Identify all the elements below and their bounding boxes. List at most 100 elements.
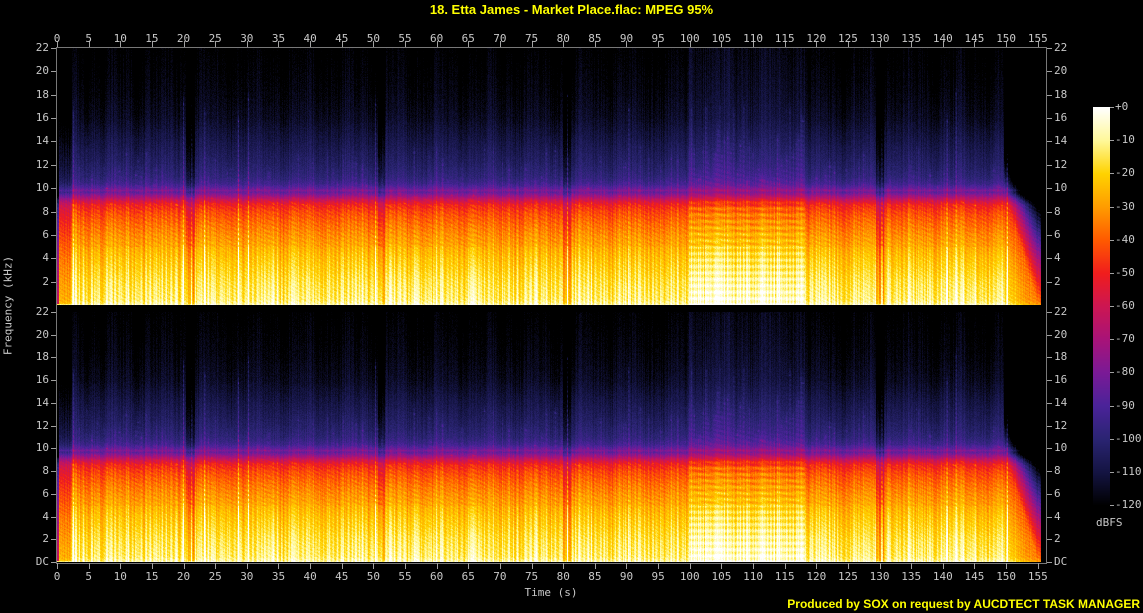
freq-tick-label: 14 bbox=[35, 134, 49, 148]
freq-tick-mark bbox=[1047, 118, 1052, 120]
time-tick-label: 15 bbox=[145, 570, 159, 583]
colorbar-tick-label: -20 bbox=[1115, 166, 1135, 180]
time-tick-mark bbox=[974, 563, 976, 569]
time-tick-label: 140 bbox=[932, 32, 953, 45]
freq-tick-label: 8 bbox=[42, 204, 49, 218]
time-tick-label: 135 bbox=[901, 32, 922, 45]
time-tick-label: 10 bbox=[113, 32, 127, 45]
freq-tick-label: 14 bbox=[1054, 134, 1068, 148]
freq-tick-label: 14 bbox=[1054, 395, 1068, 409]
freq-tick-label: 14 bbox=[35, 395, 49, 409]
time-tick-label: 110 bbox=[743, 570, 763, 583]
time-tick-label: 130 bbox=[869, 32, 890, 45]
freq-tick-mark bbox=[51, 471, 56, 473]
freq-tick-mark bbox=[1047, 164, 1052, 166]
time-tick-mark bbox=[847, 563, 849, 569]
time-tick-label: 150 bbox=[996, 32, 1017, 45]
freq-tick-label: 4 bbox=[42, 251, 49, 265]
time-axis-title: Time (s) bbox=[524, 586, 578, 599]
freq-tick-label: 10 bbox=[35, 441, 49, 455]
freq-tick-mark bbox=[1047, 425, 1052, 427]
freq-tick-mark bbox=[51, 164, 56, 166]
freq-tick-label: 22 bbox=[35, 305, 49, 318]
time-tick-label: 105 bbox=[711, 570, 732, 583]
colorbar-tick-label: -90 bbox=[1115, 398, 1135, 412]
freq-tick-mark bbox=[1047, 48, 1052, 49]
freq-tick-mark bbox=[51, 234, 56, 236]
time-tick-mark bbox=[816, 563, 818, 569]
time-tick-label: 80 bbox=[556, 32, 570, 45]
freq-tick-mark bbox=[51, 357, 56, 359]
colorbar-tick-mark bbox=[1110, 471, 1114, 473]
time-tick-mark bbox=[911, 563, 913, 569]
colorbar-tick-label: -120 bbox=[1115, 498, 1142, 511]
freq-tick-label: 18 bbox=[1054, 87, 1068, 101]
time-tick-mark bbox=[1006, 563, 1008, 569]
spectrogram-page: 18. Etta James - Market Place.flac: MPEG… bbox=[0, 0, 1143, 613]
time-tick-label: 145 bbox=[964, 570, 985, 583]
time-tick-label: 25 bbox=[208, 32, 222, 45]
freq-tick-label: 12 bbox=[1054, 418, 1068, 432]
time-tick-mark bbox=[658, 563, 660, 569]
freq-tick-mark bbox=[1047, 539, 1052, 541]
time-tick-label: 155 bbox=[1027, 570, 1048, 583]
time-tick-label: 5 bbox=[85, 32, 92, 45]
time-tick-label: 120 bbox=[806, 570, 827, 583]
freq-tick-mark bbox=[1047, 234, 1052, 236]
colorbar-tick-label: -100 bbox=[1115, 431, 1142, 445]
footer-credit: Produced by SOX on request by AUCDTECT T… bbox=[787, 597, 1140, 611]
time-tick-label: 20 bbox=[176, 570, 191, 583]
colorbar-tick-mark bbox=[1110, 272, 1114, 274]
time-tick-label: 75 bbox=[524, 570, 539, 583]
colorbar-tick-label: -40 bbox=[1115, 232, 1135, 246]
freq-tick-label: 22 bbox=[1054, 305, 1068, 318]
freq-tick-label: 2 bbox=[42, 532, 49, 546]
freq-tick-mark bbox=[51, 448, 56, 450]
colorbar-tick-mark bbox=[1110, 239, 1114, 241]
time-tick-mark bbox=[246, 563, 248, 569]
time-tick-mark bbox=[310, 563, 312, 569]
freq-tick-label: 4 bbox=[1054, 251, 1061, 265]
freq-tick-mark bbox=[51, 334, 56, 336]
time-tick-mark bbox=[57, 563, 58, 569]
time-tick-label: 50 bbox=[366, 32, 380, 45]
freq-tick-label: 4 bbox=[42, 509, 49, 523]
freq-tick-mark bbox=[1047, 380, 1052, 382]
freq-tick-label: 16 bbox=[35, 111, 49, 125]
time-tick-label: 135 bbox=[901, 570, 922, 583]
freq-tick-mark bbox=[1047, 94, 1052, 96]
freq-tick-label: 10 bbox=[1054, 181, 1068, 195]
freq-tick-mark bbox=[51, 516, 56, 518]
time-tick-label: 40 bbox=[303, 32, 317, 45]
freq-tick-mark bbox=[1047, 448, 1052, 450]
freq-tick-mark bbox=[51, 539, 56, 541]
freq-tick-label: 2 bbox=[1054, 274, 1061, 288]
freq-tick-mark bbox=[1047, 281, 1052, 283]
time-tick-label: 75 bbox=[524, 32, 539, 45]
freq-tick-label: 20 bbox=[35, 64, 49, 78]
spectrogram-canvas-right-channel bbox=[57, 312, 1046, 562]
time-tick-mark bbox=[151, 563, 153, 569]
time-tick-mark bbox=[879, 563, 881, 569]
freq-tick-mark bbox=[51, 188, 56, 190]
time-tick-label: 125 bbox=[838, 570, 858, 583]
freq-tick-label: 16 bbox=[1054, 373, 1068, 387]
time-tick-label: 110 bbox=[743, 32, 763, 45]
colorbar-tick-label: -110 bbox=[1115, 464, 1142, 478]
freq-tick-mark bbox=[1047, 516, 1052, 518]
freq-tick-label: DC bbox=[1054, 555, 1068, 568]
colorbar-gradient bbox=[1093, 107, 1110, 505]
freq-tick-label: 4 bbox=[1054, 509, 1061, 523]
freq-tick-label: 12 bbox=[35, 157, 49, 171]
freq-tick-mark bbox=[51, 94, 56, 96]
freq-tick-label: 16 bbox=[35, 373, 49, 387]
freq-tick-label: 20 bbox=[35, 327, 49, 341]
time-tick-label: 40 bbox=[303, 570, 317, 583]
colorbar-unit-label: dBFS bbox=[1096, 516, 1123, 529]
time-tick-label: 5 bbox=[85, 570, 92, 583]
freq-tick-label: 22 bbox=[35, 41, 49, 54]
time-tick-label: 100 bbox=[679, 32, 700, 45]
time-tick-mark bbox=[341, 563, 343, 569]
time-tick-label: 70 bbox=[493, 32, 507, 45]
colorbar-tick-label: -60 bbox=[1115, 299, 1135, 312]
